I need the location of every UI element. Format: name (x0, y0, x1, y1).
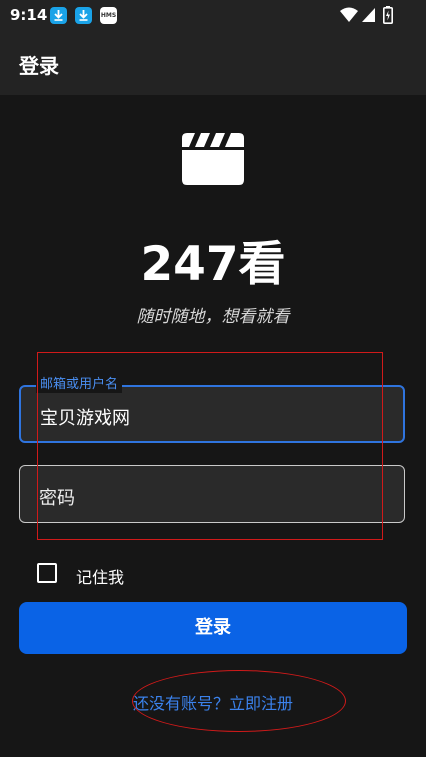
username-field[interactable]: 邮箱或用户名 宝贝游戏网 (19, 377, 405, 443)
hms-icon: HMS (100, 7, 117, 24)
status-bar: 9:14 HMS (0, 0, 426, 30)
clapperboard-icon (182, 133, 244, 185)
password-placeholder: 密码 (39, 488, 75, 509)
signal-icon (362, 8, 375, 22)
login-screen: 9:14 HMS 登录 247看 随时随地，想看就看 邮箱或用户名 宝贝游戏网 … (0, 0, 426, 757)
login-button[interactable]: 登录 (19, 602, 407, 654)
username-label: 邮箱或用户名 (36, 377, 123, 393)
battery-icon (383, 6, 393, 24)
remember-label: 记住我 (76, 568, 125, 587)
page-title: 登录 (19, 54, 59, 78)
register-link[interactable]: 还没有账号？立即注册 (0, 690, 426, 714)
app-bar: 登录 (0, 30, 426, 95)
tagline: 随时随地，想看就看 (136, 307, 290, 327)
password-field[interactable]: 密码 (19, 465, 405, 523)
username-value: 宝贝游戏网 (40, 408, 130, 429)
wifi-icon (340, 7, 358, 22)
app-name: 247看 (140, 237, 286, 292)
download-icon (75, 7, 92, 24)
download-icon (50, 7, 67, 24)
status-time: 9:14 (10, 6, 48, 24)
remember-checkbox[interactable] (37, 563, 57, 583)
